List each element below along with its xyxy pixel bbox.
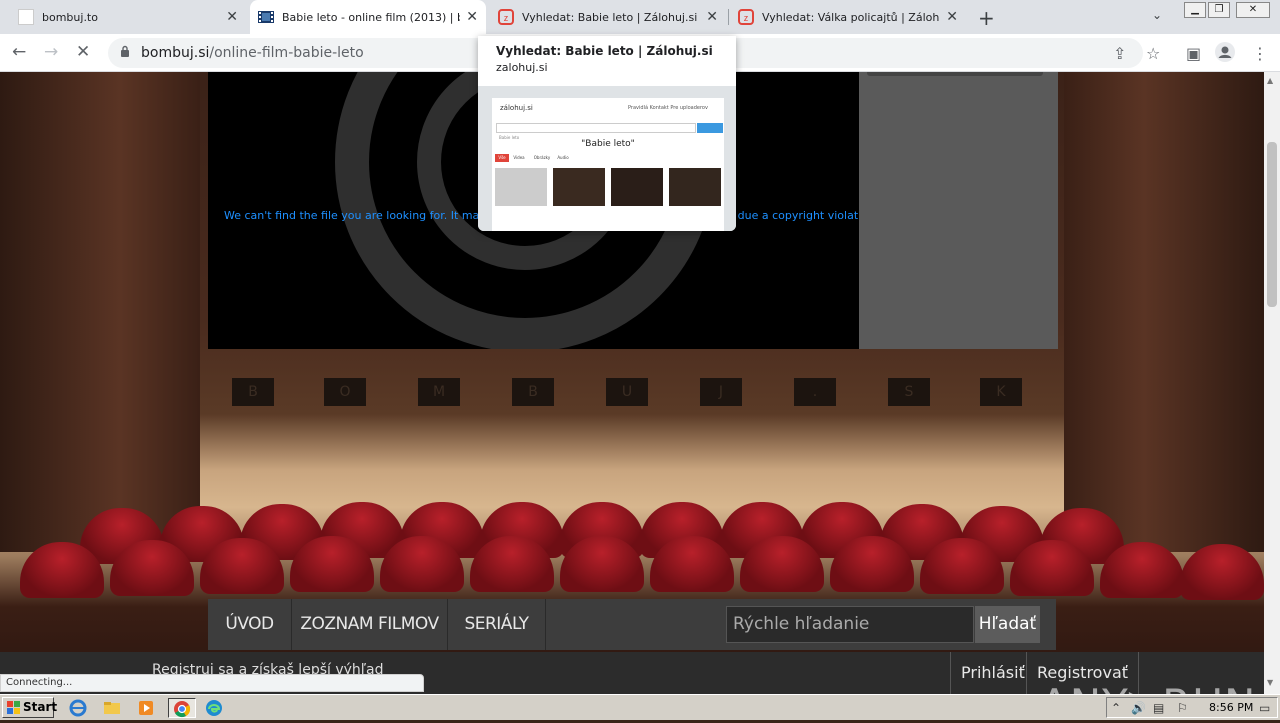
profile-avatar-icon[interactable] [1215, 42, 1235, 66]
close-icon[interactable]: ✕ [226, 9, 238, 25]
stage-letter: . [794, 378, 836, 406]
media-player-icon[interactable] [136, 698, 158, 718]
action-center-flag-icon[interactable]: ⚐ [1177, 701, 1188, 715]
zalohuj-icon: z [498, 9, 514, 25]
preview-heading: "Babie leto" [581, 139, 635, 149]
close-icon[interactable]: ✕ [946, 9, 958, 25]
search-button[interactable]: Hľadať [975, 606, 1040, 643]
hover-card-title: Vyhledat: Babie leto | Zálohuj.si [496, 44, 713, 58]
volume-icon[interactable]: 🔊 [1131, 701, 1146, 715]
network-icon[interactable]: ▤ [1153, 701, 1164, 715]
nav-zoznam-filmov[interactable]: ZOZNAM FILMOV [292, 599, 448, 650]
tab-zalohuj-babie-leto[interactable]: z Vyhledat: Babie leto | Zálohuj.si ✕ [490, 0, 726, 34]
blank-page-icon [18, 9, 34, 25]
film-strip-icon [258, 9, 274, 25]
taskbar-clock[interactable]: 8:56 PM [1209, 701, 1253, 714]
minimize-icon[interactable]: ▁ [1184, 2, 1206, 18]
system-tray: ⌃ 🔊 ▤ ⚐ 8:56 PM ▭ [1106, 697, 1278, 718]
start-button[interactable]: Start [2, 697, 57, 718]
preview-page: zálohuj.si Pravidlá Kontakt Pre uploader… [492, 98, 724, 231]
tab-zalohuj-valka-policajtu[interactable]: z Vyhledat: Válka policajtů | Zálohuj.si… [730, 0, 966, 34]
stage-letter: S [888, 378, 930, 406]
zalohuj-icon: z [738, 9, 754, 25]
close-window-icon[interactable]: ✕ [1236, 2, 1270, 18]
scroll-down-icon[interactable]: ▼ [1267, 678, 1273, 687]
page-scrollbar[interactable]: ▲ ▼ [1264, 72, 1280, 694]
tab-title: Vyhledat: Válka policajtů | Zálohuj.si [762, 10, 940, 24]
stage-letters: B O M B U J . S K [232, 378, 1022, 406]
hover-card-host: zalohuj.si [496, 61, 548, 74]
scroll-thumb[interactable] [1267, 142, 1277, 307]
scroll-up-icon[interactable]: ▲ [1267, 76, 1273, 85]
stage-letter: B [232, 378, 274, 406]
tab-strip: bombuj.to ✕ Babie leto - online film (20… [0, 0, 1280, 34]
tab-bombuj-to[interactable]: bombuj.to ✕ [10, 0, 246, 34]
new-tab-plus-icon[interactable]: + [978, 6, 995, 30]
svg-text:z: z [504, 13, 509, 23]
preview-tab: Vše [495, 154, 509, 162]
stage-letter: B [512, 378, 554, 406]
preview-links: Pravidlá Kontakt Pre uploaderov [628, 105, 708, 111]
stage-letter: O [324, 378, 366, 406]
status-bubble: Connecting... [0, 674, 424, 692]
preview-logo: zálohuj.si [500, 104, 533, 112]
side-panel [859, 72, 1058, 349]
nav-serialy[interactable]: SERIÁLY [448, 599, 546, 650]
tab-hover-card: Vyhledat: Babie leto | Zálohuj.si zalohu… [478, 36, 736, 231]
quick-search-input[interactable]: Rýchle hľadanie [726, 606, 974, 643]
chevron-down-icon[interactable]: ⌄ [1152, 8, 1162, 22]
login-button[interactable]: Prihlásiť [950, 652, 1035, 694]
tab-preview: zálohuj.si Pravidlá Kontakt Pre uploader… [478, 86, 736, 231]
anyrun-watermark: ANY▷RUN [1040, 680, 1256, 694]
forward-arrow-icon[interactable]: → [44, 42, 58, 62]
close-icon[interactable]: ✕ [466, 9, 478, 25]
back-arrow-icon[interactable]: ← [12, 42, 26, 62]
url-text[interactable]: bombuj.si/online-film-babie-leto [141, 45, 364, 61]
edge-icon[interactable] [204, 698, 226, 718]
windows-flag-icon [7, 701, 20, 714]
preview-search-button [697, 123, 723, 133]
internet-explorer-icon[interactable] [68, 698, 90, 718]
chrome-icon[interactable] [168, 698, 196, 718]
restore-icon[interactable]: ❐ [1208, 2, 1230, 18]
svg-text:z: z [744, 13, 749, 23]
lock-icon[interactable] [120, 45, 130, 57]
stage-letter: U [606, 378, 648, 406]
kebab-menu-icon[interactable]: ⋮ [1252, 44, 1268, 63]
stage-letter: K [980, 378, 1022, 406]
stage-letter: M [418, 378, 460, 406]
nav-uvod[interactable]: ÚVOD [208, 599, 292, 650]
stage-letter: J [700, 378, 742, 406]
bookmark-star-icon[interactable]: ☆ [1146, 44, 1160, 63]
tab-separator [728, 9, 729, 25]
preview-tab: Obrázky [533, 155, 551, 160]
share-icon[interactable]: ⇪ [1113, 44, 1126, 63]
image-placeholder-icon [495, 168, 547, 206]
tray-expand-icon[interactable]: ⌃ [1111, 701, 1121, 715]
close-icon[interactable]: ✕ [706, 9, 718, 25]
stop-loading-icon[interactable]: ✕ [76, 42, 90, 62]
tab-babie-leto[interactable]: Babie leto - online film (2013) | bomb ✕ [250, 0, 486, 34]
preview-search: Babie leto [496, 123, 696, 140]
tab-title: Babie leto - online film (2013) | bomb [282, 10, 460, 24]
right-curtain [1064, 72, 1264, 552]
windows-taskbar: Start ⌃ 🔊 ▤ ⚐ 8:56 PM ▭ [0, 694, 1280, 720]
preview-tab: Videa [513, 155, 525, 160]
file-explorer-icon[interactable] [102, 698, 124, 718]
tab-title: Vyhledat: Babie leto | Zálohuj.si [522, 10, 698, 24]
preview-tab: Audio [557, 155, 569, 160]
tab-title: bombuj.to [42, 10, 98, 24]
show-desktop-icon[interactable]: ▭ [1259, 701, 1270, 715]
side-panel-icon[interactable]: ▣ [1186, 44, 1201, 63]
site-navigation: ÚVOD ZOZNAM FILMOV SERIÁLY Rýchle hľadan… [208, 599, 1056, 650]
left-curtain [0, 72, 200, 552]
